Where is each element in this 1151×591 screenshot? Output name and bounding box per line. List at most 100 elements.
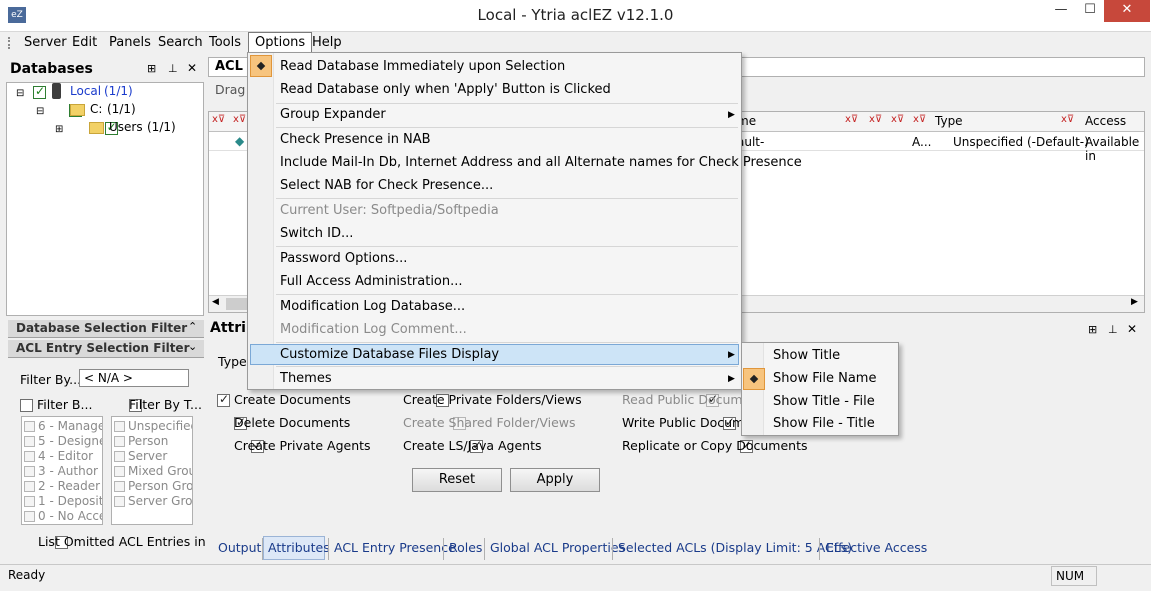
column-type-header[interactable]: Type	[935, 114, 963, 128]
filter-icon[interactable]: x⊽	[891, 114, 904, 125]
level-list-item-checkbox[interactable]	[24, 451, 35, 462]
type-list-item[interactable]: Mixed Group	[114, 464, 192, 478]
submenu-item-show-title-file[interactable]: Show Title - File	[773, 394, 875, 409]
chevron-up-icon[interactable]: ⌃	[188, 320, 197, 333]
level-list-item-checkbox[interactable]	[24, 436, 35, 447]
close-panel-icon[interactable]: ✕	[1127, 322, 1137, 336]
window-title: Local - Ytria aclEZ v12.1.0	[477, 6, 674, 24]
level-list-item-checkbox[interactable]	[24, 421, 35, 432]
collapse-icon[interactable]: ⊟	[36, 106, 44, 117]
level-list-item[interactable]: 0 - No Access	[24, 509, 102, 523]
scroll-left-icon[interactable]: ◀	[212, 297, 219, 307]
menu-server[interactable]: Server	[18, 34, 73, 52]
type-list-item-checkbox[interactable]	[114, 481, 125, 492]
filter-icon[interactable]: x⊽	[233, 114, 246, 125]
type-list-item-checkbox[interactable]	[114, 436, 125, 447]
level-list-item[interactable]: 6 - Manager	[24, 419, 102, 433]
tab-attributes[interactable]: Attributes	[268, 540, 330, 558]
submenu-item-show-file-name[interactable]: Show File Name	[773, 371, 876, 386]
menu-item-modification-log-db[interactable]: Modification Log Database...	[280, 299, 465, 314]
type-list-item[interactable]: Person Group	[114, 479, 192, 493]
pin-icon[interactable]: ⊥	[1108, 323, 1118, 336]
menu-tools[interactable]: Tools	[203, 34, 247, 52]
tab-separator	[819, 538, 820, 560]
type-list-item-checkbox[interactable]	[114, 421, 125, 432]
menu-item-check-presence[interactable]: Check Presence in NAB	[280, 132, 431, 147]
tab-acl-entry-presence[interactable]: ACL Entry Presence	[334, 540, 456, 558]
filter-level-checkbox[interactable]	[20, 399, 33, 412]
maximize-button[interactable]: ☐	[1075, 0, 1105, 22]
type-list-item[interactable]: Unspecified	[114, 419, 192, 433]
filter-icon[interactable]: x⊽	[212, 114, 225, 125]
acl-selection-filter-header[interactable]: ACL Entry Selection Filter ⌄	[8, 340, 204, 358]
close-button[interactable]: ✕	[1104, 0, 1150, 22]
type-list-item-checkbox[interactable]	[114, 451, 125, 462]
tab-output[interactable]: Output	[218, 540, 261, 558]
menu-item-customize-db-files-display[interactable]: Customize Database Files Display	[280, 347, 499, 362]
menu-options[interactable]: Options	[248, 32, 313, 54]
filter-icon[interactable]: x⊽	[869, 114, 882, 125]
type-list-item-checkbox[interactable]	[114, 496, 125, 507]
level-list-item-checkbox[interactable]	[24, 496, 35, 507]
level-list-item-checkbox[interactable]	[24, 481, 35, 492]
create-private-folders-label: Create Private Folders/Views	[403, 392, 582, 407]
filter-icon[interactable]: x⊽	[913, 114, 926, 125]
menu-help[interactable]: Help	[306, 34, 348, 52]
scroll-right-icon[interactable]: ▶	[1131, 297, 1138, 307]
apply-button[interactable]: Apply	[510, 468, 600, 492]
reset-button[interactable]: Reset	[412, 468, 502, 492]
menu-item-full-access-admin[interactable]: Full Access Administration...	[280, 274, 463, 289]
filter-icon[interactable]: x⊽	[845, 114, 858, 125]
tree-item-users[interactable]: Users	[109, 120, 143, 134]
filter-by-dropdown[interactable]: < N/A >	[79, 369, 189, 387]
menu-item-read-immediately[interactable]: Read Database Immediately upon Selection	[280, 59, 565, 74]
type-list-item[interactable]: Person	[114, 434, 168, 448]
level-list-item-checkbox[interactable]	[24, 511, 35, 522]
menu-item-select-nab[interactable]: Select NAB for Check Presence...	[280, 178, 493, 193]
menu-search[interactable]: Search	[152, 34, 209, 52]
tab-roles[interactable]: Roles	[449, 540, 482, 558]
filter-icon[interactable]: x⊽	[1061, 114, 1074, 125]
folder-icon	[89, 122, 104, 134]
level-list-item[interactable]: 1 - Depositor	[24, 494, 102, 508]
type-list-item[interactable]: Server	[114, 449, 167, 463]
radio-bullet-icon	[743, 368, 765, 390]
level-list-item[interactable]: 4 - Editor	[24, 449, 93, 463]
type-list-item[interactable]: Server Group	[114, 494, 192, 508]
level-list-item-checkbox[interactable]	[24, 466, 35, 477]
level-list-item[interactable]: 2 - Reader	[24, 479, 100, 493]
chevron-down-icon[interactable]: ⌄	[188, 340, 197, 353]
pin-icon[interactable]: ⊥	[168, 62, 178, 75]
dock-icon[interactable]: ⊞	[147, 62, 156, 75]
submenu-item-show-title[interactable]: Show Title	[773, 348, 840, 363]
db-selection-filter-header[interactable]: Database Selection Filter ⌃	[8, 320, 204, 338]
level-list-item[interactable]: 5 - Designer	[24, 434, 102, 448]
tree-item-c[interactable]: C:	[90, 102, 102, 116]
tab-selected-acls[interactable]: Selected ACLs (Display Limit: 5 ACLs)	[618, 540, 852, 558]
submenu-item-show-file-title[interactable]: Show File - Title	[773, 416, 875, 431]
collapse-icon[interactable]: ⊟	[16, 88, 24, 99]
menu-item-group-expander[interactable]: Group Expander	[280, 107, 386, 122]
menu-item-include-mailin[interactable]: Include Mail-In Db, Internet Address and…	[280, 155, 802, 170]
menu-item-password-options[interactable]: Password Options...	[280, 251, 407, 266]
tab-global-acl-properties[interactable]: Global ACL Properties	[490, 540, 625, 558]
menu-item-switch-id[interactable]: Switch ID...	[280, 226, 353, 241]
menu-separator	[276, 246, 738, 247]
type-list-item-checkbox[interactable]	[114, 466, 125, 477]
create-shared-folders-label: Create Shared Folder/Views	[403, 415, 576, 430]
menu-item-read-on-apply[interactable]: Read Database only when 'Apply' Button i…	[280, 82, 611, 97]
menu-item-themes[interactable]: Themes	[280, 371, 332, 386]
tree-item-local[interactable]: Local	[70, 84, 101, 98]
expand-icon[interactable]: ⊞	[55, 124, 63, 135]
menu-panels[interactable]: Panels	[103, 34, 157, 52]
radio-bullet-icon	[250, 55, 272, 77]
dock-icon[interactable]: ⊞	[1088, 323, 1097, 336]
column-access-header[interactable]: Access	[1085, 114, 1126, 128]
level-list-item[interactable]: 3 - Author	[24, 464, 98, 478]
tree-checkbox-local[interactable]	[33, 84, 46, 99]
close-panel-icon[interactable]: ✕	[187, 61, 197, 75]
menu-edit[interactable]: Edit	[66, 34, 103, 52]
minimize-button[interactable]: —	[1046, 0, 1076, 22]
tab-effective-access[interactable]: Effective Access	[826, 540, 927, 558]
create-documents-checkbox[interactable]	[217, 392, 230, 407]
